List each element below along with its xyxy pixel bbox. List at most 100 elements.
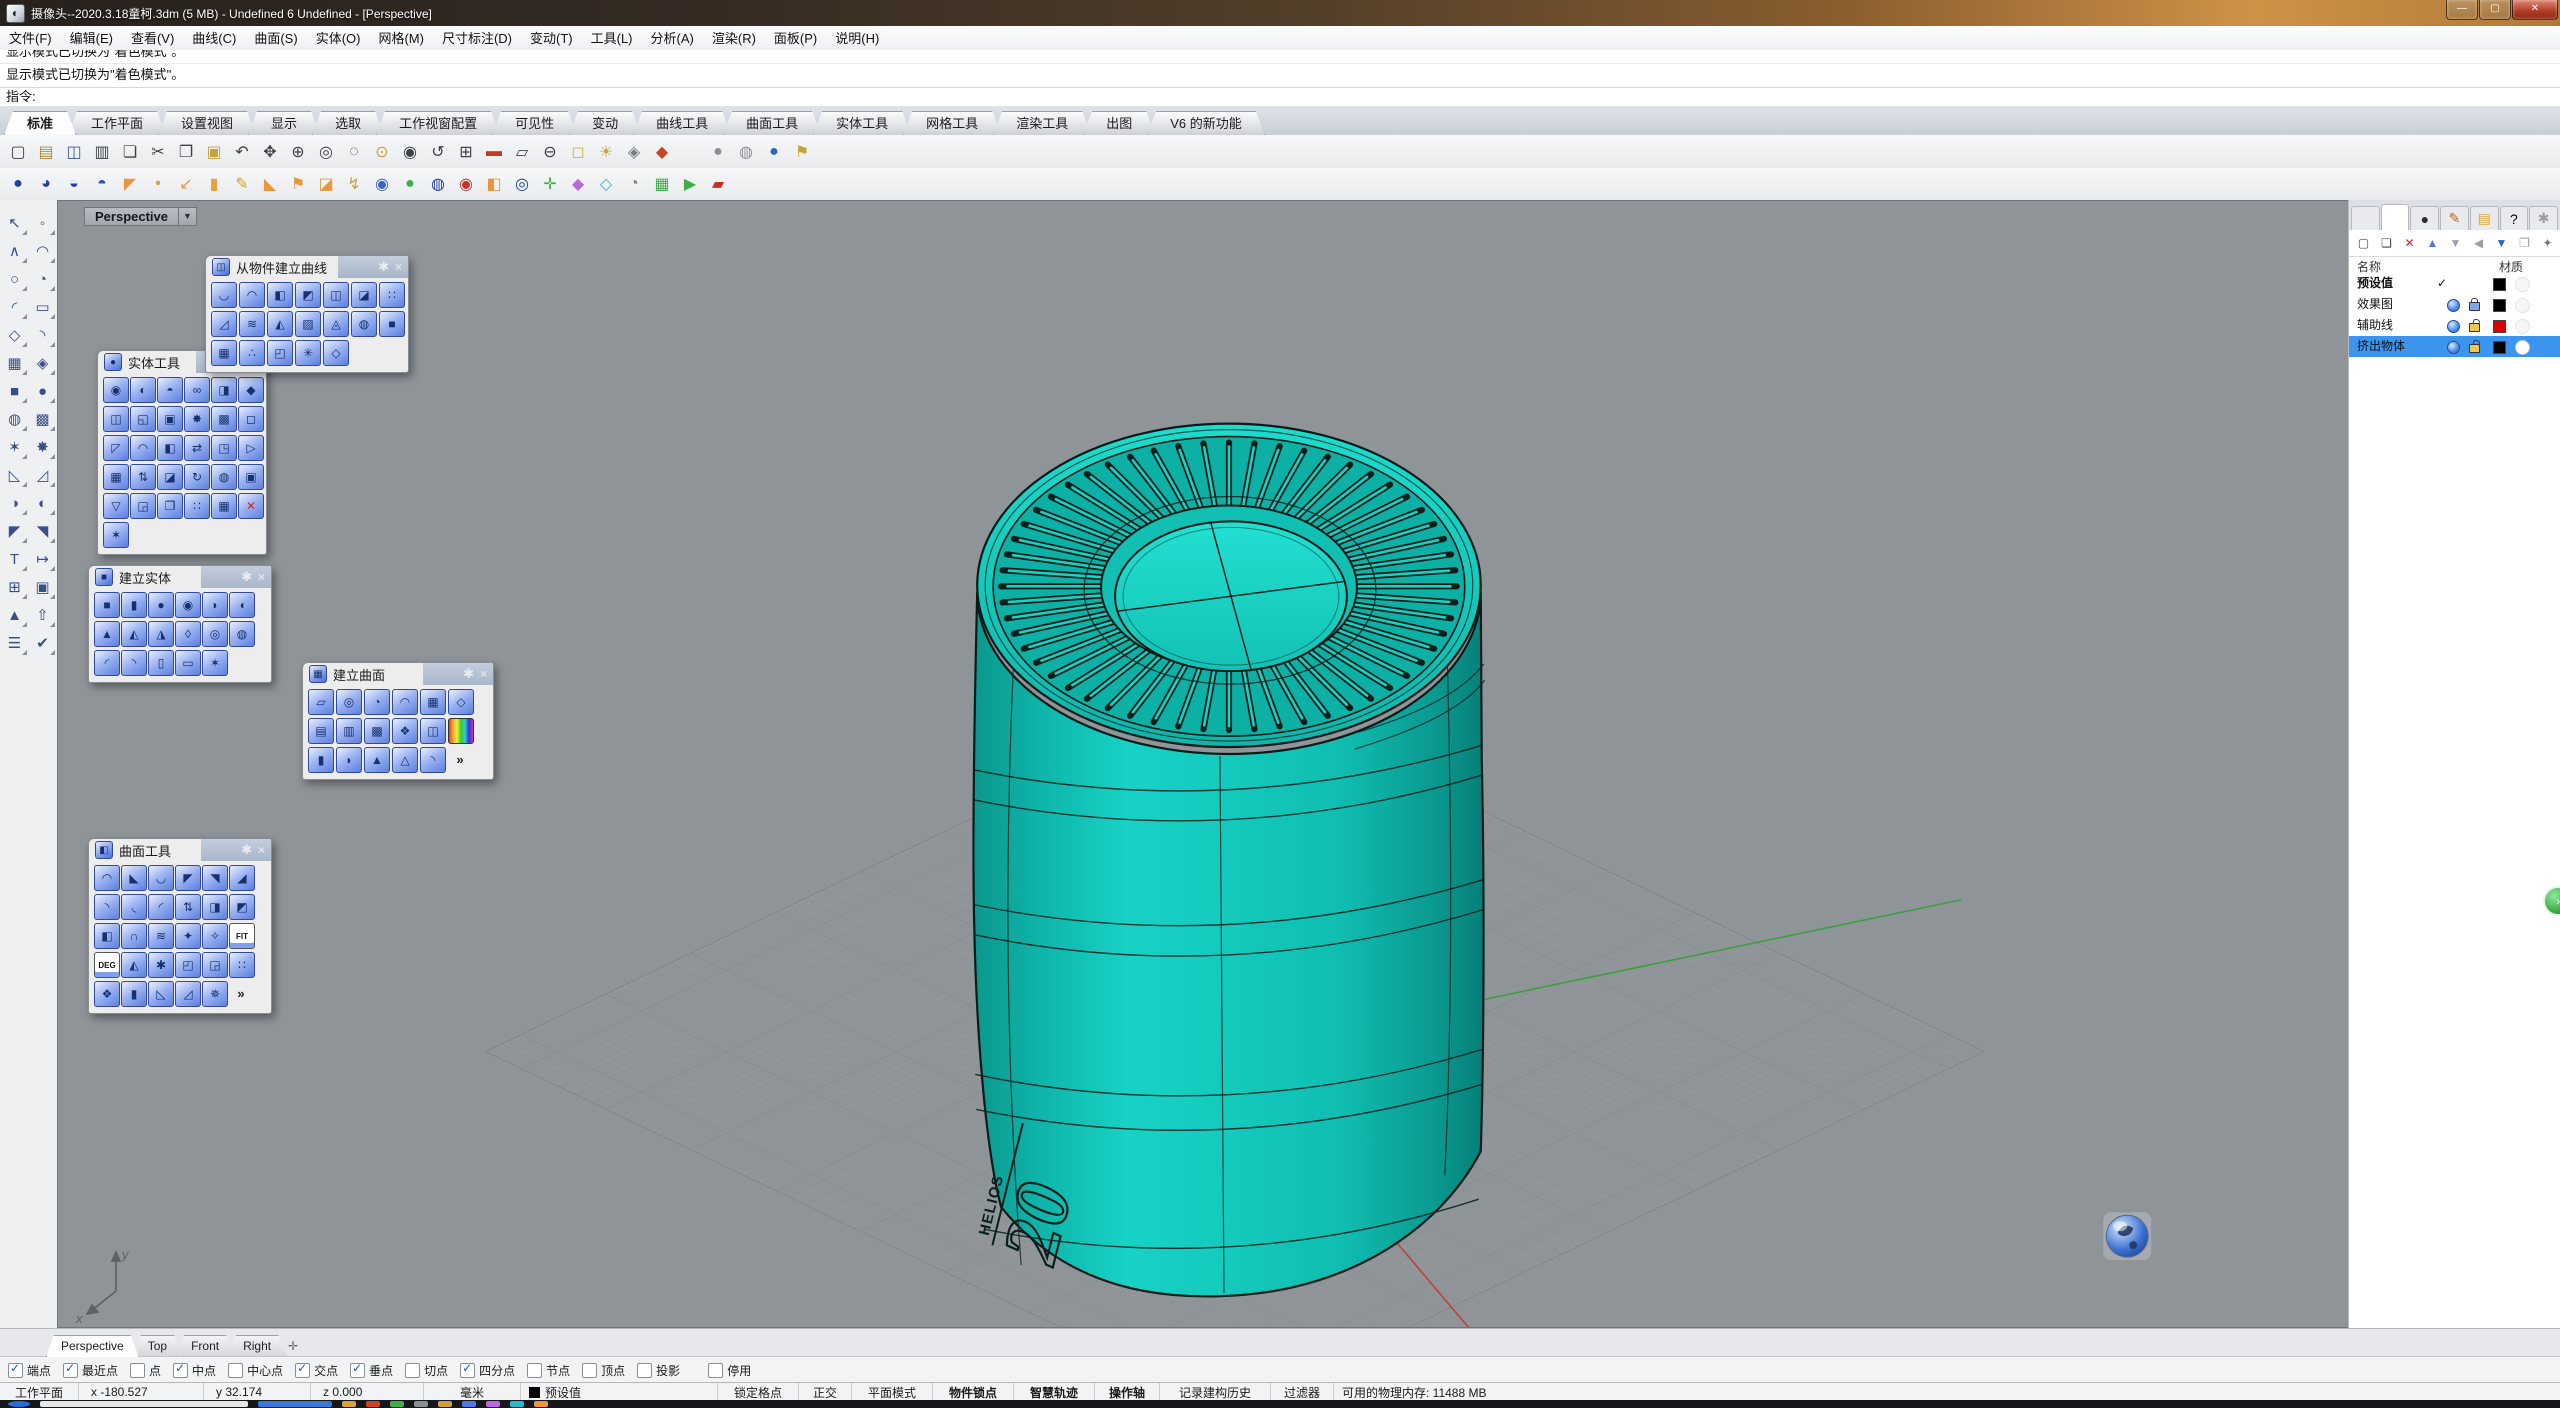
status-cell[interactable]: 正交: [799, 1383, 852, 1401]
split-tool[interactable]: ◿: [30, 462, 56, 488]
fillet-edges-chain[interactable]: ✶: [103, 522, 129, 548]
toolbar-tab[interactable]: 工作平面: [68, 111, 166, 135]
boss[interactable]: ✶: [202, 650, 228, 676]
ghosted-sphere-button[interactable]: ◕: [32, 171, 60, 198]
notes-panel-tab[interactable]: ✎: [2440, 206, 2469, 230]
gear-icon[interactable]: ✱: [463, 666, 474, 682]
ribbon[interactable]: ◝: [420, 747, 446, 773]
layer-row[interactable]: 效果图: [2349, 294, 2560, 315]
points-ring[interactable]: ∷: [229, 952, 255, 978]
hole-oval[interactable]: ◍: [211, 464, 237, 490]
srf-fan[interactable]: ◔: [364, 689, 390, 715]
render-panel-tab[interactable]: ●: [2410, 206, 2439, 230]
save-button[interactable]: ◫: [60, 138, 88, 165]
menu-item[interactable]: 工具(L): [582, 27, 642, 50]
maximize-button[interactable]: ▢: [2479, 0, 2511, 20]
workman-match[interactable]: ✦: [175, 923, 201, 949]
osnap-toggle[interactable]: 顶点: [582, 1362, 625, 1379]
library-panel-tab[interactable]: ▤: [2470, 206, 2499, 230]
layer-color-swatch[interactable]: [2493, 320, 2506, 333]
pullback-curve[interactable]: ◩: [295, 282, 321, 308]
taskbar-item[interactable]: [342, 1401, 356, 1407]
menu-item[interactable]: 查看(V): [122, 27, 183, 50]
extract-points[interactable]: ▦: [211, 340, 237, 366]
move-face[interactable]: ◧: [157, 435, 183, 461]
open-file-button[interactable]: ▤: [32, 138, 60, 165]
move-face-dir[interactable]: ⇄: [184, 435, 210, 461]
layer-tools-button[interactable]: ✦: [2537, 233, 2558, 254]
viewport-title[interactable]: Perspective ▼: [84, 207, 197, 226]
check-tool[interactable]: ✔: [30, 630, 56, 656]
layer-material-swatch[interactable]: [2515, 277, 2530, 292]
boolean-union-tool[interactable]: ◑: [2, 490, 28, 516]
tool-palette[interactable]: ● 实体工具 ✱ × ◉ ◐ ◓ ∞: [97, 350, 267, 555]
undo-button[interactable]: ↶: [228, 138, 256, 165]
gear-icon[interactable]: ✱: [241, 842, 252, 858]
chamfer-surface[interactable]: ◣: [121, 865, 147, 891]
toolbar-tab[interactable]: 曲线工具: [633, 111, 731, 135]
srf-edge-curves[interactable]: ▦: [420, 689, 446, 715]
shrink-trimmed[interactable]: ◲: [202, 952, 228, 978]
extract-wireframe[interactable]: ▨: [295, 311, 321, 337]
toolbar-tab[interactable]: 选取: [312, 111, 384, 135]
taskbar-item[interactable]: [486, 1401, 500, 1407]
help-panel-tab[interactable]: ?: [2500, 206, 2529, 230]
workman-rebuild[interactable]: ✱: [148, 952, 174, 978]
silhouette[interactable]: ◭: [267, 311, 293, 337]
menu-item[interactable]: 实体(O): [307, 27, 370, 50]
layer-material-swatch[interactable]: [2515, 319, 2530, 334]
blend-tool[interactable]: ◥: [30, 518, 56, 544]
rotate-face[interactable]: ↻: [184, 464, 210, 490]
copy-hole[interactable]: ❐: [157, 493, 183, 519]
cplane-button[interactable]: ▱: [508, 138, 536, 165]
layer-name[interactable]: 效果图: [2357, 294, 2393, 315]
toolbar-tab[interactable]: 实体工具: [813, 111, 911, 135]
extrude-straight[interactable]: ▮: [308, 747, 334, 773]
surface-cv-tool[interactable]: ▦: [2, 350, 28, 376]
taskbar-item[interactable]: [8, 1401, 30, 1407]
project-curve[interactable]: ◧: [267, 282, 293, 308]
section-curve[interactable]: ◿: [211, 311, 237, 337]
flag-pole-button[interactable]: ⚑: [284, 171, 312, 198]
fillet-edge-tool[interactable]: ◤: [2, 518, 28, 544]
lightning-button[interactable]: ↯: [340, 171, 368, 198]
duplicate-border[interactable]: ◠: [239, 282, 265, 308]
checkbox[interactable]: [527, 1363, 542, 1378]
connect-surface[interactable]: ⇅: [175, 894, 201, 920]
boolean-difference[interactable]: ◐: [130, 377, 156, 403]
render-button[interactable]: ◆: [648, 138, 676, 165]
osnap-toggle[interactable]: 中点: [173, 1362, 216, 1379]
rectangle-tool[interactable]: ▭: [30, 294, 56, 320]
contour-curves[interactable]: ≋: [239, 311, 265, 337]
taskbar-item[interactable]: [366, 1401, 380, 1407]
layer-material-swatch[interactable]: [2515, 298, 2530, 313]
copy-tool[interactable]: ▣: [30, 574, 56, 600]
cone[interactable]: ▲: [94, 621, 120, 647]
dim-tool[interactable]: ↦: [30, 546, 56, 572]
srf-corner-points[interactable]: ▱: [308, 689, 334, 715]
layer-name[interactable]: 辅助线: [2357, 315, 2393, 336]
revolve-tool[interactable]: ◍: [2, 406, 28, 432]
menu-item[interactable]: 分析(A): [642, 27, 703, 50]
boolean-union[interactable]: ◉: [103, 377, 129, 403]
ring-ball-button[interactable]: ◎: [508, 171, 536, 198]
extract-edge[interactable]: ◡: [211, 282, 237, 308]
close-button[interactable]: ✕: [2512, 0, 2558, 20]
rendered-display-button[interactable]: ●: [760, 138, 788, 165]
zoom-window-button[interactable]: ◌: [340, 138, 368, 165]
status-cell[interactable]: 记录建构历史: [1160, 1383, 1271, 1401]
ellipsoid[interactable]: ◉: [175, 592, 201, 618]
menu-item[interactable]: 网格(M): [369, 27, 433, 50]
srf-curved[interactable]: ◠: [392, 689, 418, 715]
loft-straight[interactable]: ▥: [336, 718, 362, 744]
new-layer-button[interactable]: ▢: [2353, 233, 2374, 254]
srf-planar-curves[interactable]: ◎: [336, 689, 362, 715]
checkbox[interactable]: [350, 1363, 365, 1378]
checkbox[interactable]: [582, 1363, 597, 1378]
gear-icon[interactable]: ✱: [378, 259, 389, 275]
new-file-button[interactable]: ▢: [4, 138, 32, 165]
status-cell[interactable]: y 32.174: [204, 1383, 311, 1401]
wedge[interactable]: ◭: [121, 952, 147, 978]
variable-blend[interactable]: ◜: [148, 894, 174, 920]
axis-cross-button[interactable]: ✛: [536, 171, 564, 198]
